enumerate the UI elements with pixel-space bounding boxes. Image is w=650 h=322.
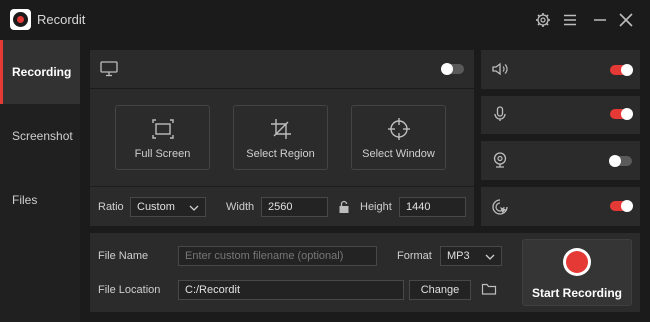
full-screen-button[interactable]: Full Screen — [115, 105, 210, 170]
ratio-value: Custom — [137, 201, 175, 213]
app-window: Recordit Recording Screenshot Files Full… — [0, 0, 650, 322]
sidebar-item-label: Screenshot — [12, 129, 73, 143]
ratio-label: Ratio — [98, 201, 124, 213]
close-icon[interactable] — [616, 10, 636, 30]
speaker-toggle[interactable] — [610, 64, 633, 76]
width-label: Width — [226, 201, 255, 213]
speaker-row — [481, 50, 640, 89]
cursor-icon — [490, 197, 510, 222]
record-icon — [566, 251, 588, 273]
height-input[interactable]: 1440 — [399, 197, 466, 217]
width-input[interactable]: 2560 — [261, 197, 328, 217]
file-name-input[interactable]: Enter custom filename (optional) — [178, 246, 377, 266]
sidebar: Recording Screenshot Files — [0, 40, 80, 322]
full-screen-icon — [151, 119, 174, 139]
format-select[interactable]: MP3 — [440, 246, 502, 266]
gear-icon[interactable] — [533, 10, 553, 30]
file-location-label: File Location — [98, 284, 161, 296]
select-region-button[interactable]: Select Region — [233, 105, 328, 170]
webcam-toggle[interactable] — [609, 155, 632, 167]
monitor-icon — [99, 60, 119, 83]
microphone-row — [481, 96, 640, 134]
webcam-icon — [490, 150, 510, 175]
chevron-down-icon — [485, 254, 495, 260]
crosshair-icon — [387, 118, 410, 140]
mode-label: Select Region — [246, 148, 315, 160]
minimize-icon[interactable] — [590, 10, 610, 30]
file-location-input[interactable]: C:/Recordit — [178, 280, 404, 300]
cursor-row — [481, 187, 640, 226]
height-label: Height — [360, 201, 392, 213]
lock-icon[interactable] — [338, 200, 350, 219]
title-bar: Recordit — [0, 0, 650, 40]
microphone-toggle[interactable] — [610, 108, 633, 120]
webcam-row — [481, 141, 640, 180]
speaker-icon — [490, 59, 510, 84]
crop-icon — [270, 119, 291, 139]
microphone-icon — [490, 104, 510, 129]
file-name-label: File Name — [98, 250, 149, 262]
screen-toggle[interactable] — [441, 63, 464, 75]
format-label: Format — [397, 250, 432, 262]
sidebar-item-recording[interactable]: Recording — [0, 40, 80, 104]
select-window-button[interactable]: Select Window — [351, 105, 446, 170]
app-logo — [10, 9, 31, 30]
sidebar-item-files[interactable]: Files — [0, 168, 80, 232]
sidebar-item-screenshot[interactable]: Screenshot — [0, 104, 80, 168]
ratio-select[interactable]: Custom — [130, 197, 206, 217]
format-value: MP3 — [447, 250, 470, 262]
menu-icon[interactable] — [560, 10, 580, 30]
sidebar-item-label: Recording — [12, 65, 72, 79]
start-recording-label: Start Recording — [531, 286, 622, 300]
chevron-down-icon — [189, 205, 199, 211]
app-title: Recordit — [37, 12, 86, 27]
screen-header — [90, 50, 474, 88]
folder-icon[interactable] — [481, 282, 497, 301]
change-button[interactable]: Change — [409, 280, 471, 300]
sidebar-item-label: Files — [12, 193, 38, 207]
cursor-toggle[interactable] — [610, 200, 633, 212]
mode-label: Full Screen — [134, 148, 191, 160]
start-recording-button[interactable]: Start Recording — [522, 239, 632, 306]
mode-label: Select Window — [362, 148, 435, 160]
